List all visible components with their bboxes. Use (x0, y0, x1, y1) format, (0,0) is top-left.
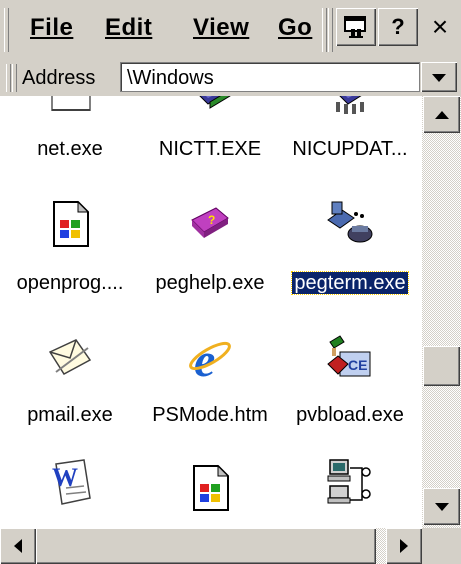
address-label: Address (22, 67, 96, 89)
svg-text:?: ? (208, 213, 215, 227)
file-label: NICUPDAT... (292, 138, 408, 160)
file-item[interactable]: NICUPDAT... (280, 96, 420, 160)
address-bar: Address \Windows (0, 60, 461, 96)
file-item[interactable]: pmail.exe (0, 334, 140, 426)
file-item[interactable]: W (0, 458, 140, 506)
file-label: NICTT.EXE (158, 138, 262, 160)
toolbar-grip-2 (328, 8, 333, 52)
file-label: pmail.exe (27, 404, 113, 426)
horizontal-scroll-thumb[interactable] (36, 528, 376, 564)
vertical-scrollbar[interactable] (422, 96, 461, 528)
scroll-left-button[interactable] (0, 528, 36, 564)
menu-file[interactable]: File (30, 14, 73, 42)
windows-program-icon (186, 464, 234, 512)
envelope-icon (46, 334, 94, 382)
file-item[interactable]: openprog.... (0, 200, 140, 294)
help-book-icon: ? (186, 200, 234, 248)
svg-text:CE: CE (348, 357, 367, 373)
horizontal-scrollbar[interactable] (0, 528, 422, 564)
file-item[interactable]: NICTT.EXE (140, 96, 280, 160)
menu-bar: File Edit View Go ? × (0, 0, 461, 60)
addressbar-grip-2 (12, 64, 17, 92)
chevron-down-icon (432, 74, 446, 82)
file-item[interactable]: CE pvbload.exe (280, 334, 420, 426)
scroll-right-button[interactable] (386, 528, 422, 564)
file-item[interactable]: net.exe (0, 96, 140, 160)
file-item[interactable]: ? peghelp.exe (140, 200, 280, 294)
menu-view[interactable]: View (193, 14, 249, 42)
vertical-scroll-track[interactable] (422, 96, 461, 528)
explorer-window: File Edit View Go ? × Address \Windows n… (0, 0, 461, 564)
menu-edit[interactable]: Edit (105, 14, 152, 42)
address-input[interactable]: \Windows (120, 62, 420, 92)
file-label: peghelp.exe (155, 272, 265, 294)
windows-program-icon (46, 200, 94, 248)
network-card-update-icon (326, 96, 374, 116)
help-button[interactable]: ? (378, 8, 418, 46)
file-item[interactable] (140, 464, 280, 512)
close-icon: × (431, 11, 449, 42)
arrow-right-icon (400, 539, 408, 553)
arrow-left-icon (14, 539, 22, 553)
menubar-grip[interactable] (4, 8, 9, 52)
file-label: PSMode.htm (152, 404, 268, 426)
file-item[interactable] (280, 458, 420, 506)
file-label: openprog.... (16, 272, 124, 294)
file-item[interactable]: pegterm.exe (280, 200, 420, 295)
ce-setup-icon: CE (326, 334, 374, 382)
blank-window-icon (46, 96, 94, 116)
scrollbar-corner (422, 528, 461, 564)
properties-button[interactable] (336, 8, 376, 46)
menu-go[interactable]: Go (278, 14, 312, 42)
file-label-selected: pegterm.exe (291, 271, 409, 295)
toolbar-grip[interactable] (322, 8, 327, 52)
vertical-scroll-thumb[interactable] (423, 346, 460, 386)
scroll-down-button[interactable] (423, 488, 460, 525)
properties-icon (344, 16, 366, 38)
close-button[interactable]: × (420, 8, 460, 46)
file-label: pvbload.exe (296, 404, 404, 426)
network-computers-icon (326, 458, 374, 506)
addressbar-grip[interactable] (6, 64, 11, 92)
scroll-up-button[interactable] (423, 96, 460, 133)
network-card-icon (186, 96, 234, 116)
internet-explorer-icon: e (186, 334, 234, 387)
arrow-up-icon (434, 110, 449, 119)
address-dropdown-button[interactable] (421, 62, 457, 92)
terminal-phone-icon (326, 200, 374, 248)
arrow-down-icon (434, 502, 449, 511)
word-doc-icon: W (46, 458, 94, 506)
help-label: ? (391, 14, 405, 39)
file-list[interactable]: net.exe NICTT.EXE NICUPDAT... openprog..… (0, 96, 422, 528)
file-label: net.exe (37, 138, 103, 160)
file-item[interactable]: e PSMode.htm (140, 334, 280, 426)
